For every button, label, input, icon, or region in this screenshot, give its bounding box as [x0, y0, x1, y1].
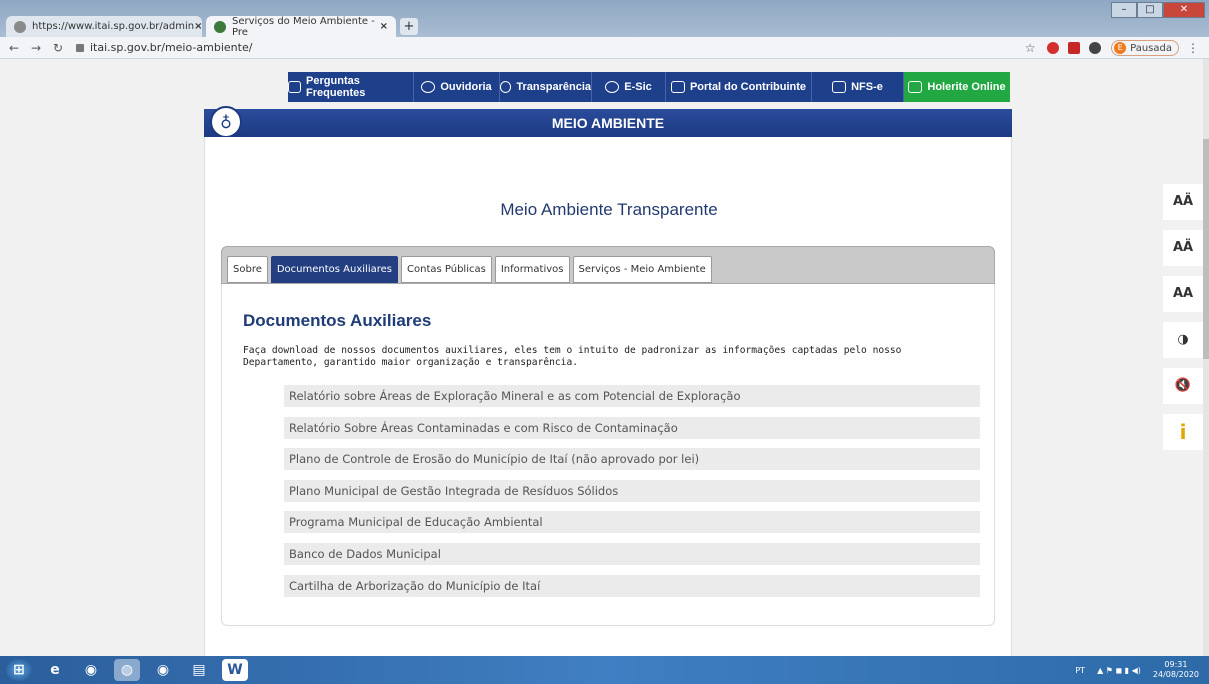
os-taskbar: ⊞ e ◉ ◍ ◉ ▤ W PT ▲ ⚑ ◼ ▮ ◀) 09:31 24/08/…: [0, 656, 1209, 684]
close-tab-icon[interactable]: ×: [380, 21, 388, 32]
close-window-button[interactable]: ✕: [1163, 2, 1205, 18]
url-field[interactable]: itai.sp.gov.br/meio-ambiente/: [76, 41, 252, 54]
environment-emblem-icon: ♁: [210, 106, 242, 138]
nav-label: NFS-e: [851, 81, 883, 93]
word-icon[interactable]: W: [222, 659, 248, 681]
extension-icon[interactable]: [1068, 42, 1081, 54]
sign-language-icon[interactable]: 🔇: [1163, 368, 1203, 404]
page-title: Meio Ambiente Transparente: [500, 200, 718, 219]
tab-title: https://www.itai.sp.gov.br/admin: [32, 21, 195, 32]
nav-holerite-online[interactable]: Holerite Online: [904, 72, 1010, 102]
nav-label: Holerite Online: [927, 81, 1006, 93]
tab-title: Serviços do Meio Ambiente - Pre: [232, 15, 375, 38]
contrast-icon[interactable]: ◑: [1163, 322, 1203, 358]
adblock-icon[interactable]: [1047, 42, 1060, 54]
window-controls: – □ ✕: [1111, 2, 1205, 18]
nav-label: Perguntas Frequentes: [306, 75, 366, 99]
nav-e-sic[interactable]: E-Sic: [592, 72, 666, 102]
nav-label: Portal do Contribuinte: [689, 81, 807, 93]
documents-list: Relatório sobre Áreas de Exploração Mine…: [284, 385, 980, 606]
firefox-icon[interactable]: ◉: [150, 659, 176, 681]
document-link[interactable]: Relatório Sobre Áreas Contaminadas e com…: [284, 416, 980, 439]
info-icon[interactable]: i: [1163, 414, 1203, 450]
close-tab-icon[interactable]: ×: [194, 21, 202, 32]
profile-label: Pausada: [1130, 42, 1172, 54]
font-increase-button[interactable]: AÄ: [1163, 184, 1203, 220]
document-icon: [670, 81, 685, 93]
nav-ouvidoria[interactable]: Ouvidoria: [414, 72, 500, 102]
documents-heading: Documentos Auxiliares: [243, 311, 432, 330]
content-card: Meio Ambiente Transparente Sobre Documen…: [204, 137, 1012, 657]
document-link[interactable]: Banco de Dados Municipal: [284, 542, 980, 565]
browser-tab-strip: https://www.itai.sp.gov.br/admin × Servi…: [0, 0, 1209, 38]
font-decrease-button[interactable]: AÄ: [1163, 230, 1203, 266]
ie-icon[interactable]: e: [42, 659, 68, 681]
chat-icon: [605, 81, 620, 93]
document-link[interactable]: Cartilha de Arborização do Município de …: [284, 574, 980, 597]
tab-servicos-meio-ambiente[interactable]: Serviços - Meio Ambiente: [572, 256, 712, 283]
nav-portal-contribuinte[interactable]: Portal do Contribuinte: [666, 72, 812, 102]
tab-sobre[interactable]: Sobre: [227, 256, 268, 283]
explorer-icon[interactable]: ▤: [186, 659, 212, 681]
site-favicon-icon: [214, 20, 226, 33]
minimize-button[interactable]: –: [1111, 2, 1137, 18]
font-reset-button[interactable]: AA: [1163, 276, 1203, 312]
person-icon: [421, 81, 436, 93]
nav-nfs-e[interactable]: NFS-e: [812, 72, 904, 102]
back-icon[interactable]: ←: [6, 41, 22, 55]
document-link[interactable]: Programa Municipal de Educação Ambiental: [284, 511, 980, 534]
profile-button[interactable]: E Pausada: [1111, 40, 1179, 56]
nav-transparencia[interactable]: Transparência: [500, 72, 592, 102]
document-link[interactable]: Relatório sobre Áreas de Exploração Mine…: [284, 385, 980, 407]
clock-time: 09:31: [1164, 660, 1188, 669]
invoice-icon: [832, 81, 847, 93]
nav-label: Ouvidoria: [440, 81, 492, 93]
top-navigation: Perguntas Frequentes Ouvidoria Transparê…: [288, 72, 1010, 102]
tab-documentos-auxiliares[interactable]: Documentos Auxiliares: [270, 256, 398, 283]
globe-icon: [14, 20, 26, 33]
puzzle-icon[interactable]: [1089, 42, 1102, 54]
document-link[interactable]: Plano Municipal de Gestão Integrada de R…: [284, 479, 980, 502]
start-button[interactable]: ⊞: [6, 659, 32, 681]
url-text: itai.sp.gov.br/meio-ambiente/: [90, 41, 253, 54]
page-scrollbar[interactable]: [1203, 59, 1209, 656]
extension-area: ☆ E Pausada ⋮: [1016, 40, 1201, 56]
eye-icon: [500, 81, 512, 93]
maximize-button[interactable]: □: [1137, 2, 1163, 18]
tab-contas-publicas[interactable]: Contas Públicas: [401, 256, 492, 283]
nav-label: Transparência: [516, 81, 591, 93]
documents-description: Faça download de nossos documentos auxil…: [243, 345, 902, 368]
new-tab-button[interactable]: +: [400, 18, 418, 35]
accessibility-toolbar: AÄ AÄ AA ◑ 🔇 i: [1163, 184, 1203, 460]
browser-tab-active[interactable]: Serviços do Meio Ambiente - Pre ×: [206, 15, 396, 38]
lock-icon: [76, 43, 84, 52]
faq-icon: [288, 81, 302, 93]
payslip-icon: [908, 81, 923, 93]
folder-icon[interactable]: ◉: [78, 659, 104, 681]
tab-informativos[interactable]: Informativos: [494, 256, 570, 283]
nav-label: E-Sic: [624, 81, 652, 93]
chrome-icon[interactable]: ◍: [114, 659, 140, 681]
system-tray: PT ▲ ⚑ ◼ ▮ ◀) 09:31 24/08/2020: [1075, 660, 1199, 680]
address-bar: ← → ↻ itai.sp.gov.br/meio-ambiente/ ☆ E …: [0, 37, 1209, 59]
reload-icon[interactable]: ↻: [50, 41, 66, 55]
menu-dots-icon[interactable]: ⋮: [1185, 41, 1201, 55]
language-indicator[interactable]: PT: [1075, 666, 1085, 675]
forward-icon[interactable]: →: [28, 41, 44, 55]
clock[interactable]: 09:31 24/08/2020: [1153, 660, 1199, 680]
tab-strip: Sobre Documentos Auxiliares Contas Públi…: [221, 246, 995, 284]
section-header: MEIO AMBIENTE: [204, 109, 1012, 137]
star-icon[interactable]: ☆: [1022, 41, 1038, 55]
avatar: E: [1114, 42, 1127, 54]
scrollbar-thumb[interactable]: [1203, 139, 1209, 359]
clock-date: 24/08/2020: [1152, 670, 1199, 679]
browser-tab[interactable]: https://www.itai.sp.gov.br/admin ×: [6, 16, 203, 37]
document-link[interactable]: Plano de Controle de Erosão do Município…: [284, 448, 980, 471]
nav-perguntas-frequentes[interactable]: Perguntas Frequentes: [288, 72, 414, 102]
flag-icon[interactable]: ▲ ⚑ ◼ ▮ ◀): [1097, 666, 1141, 675]
